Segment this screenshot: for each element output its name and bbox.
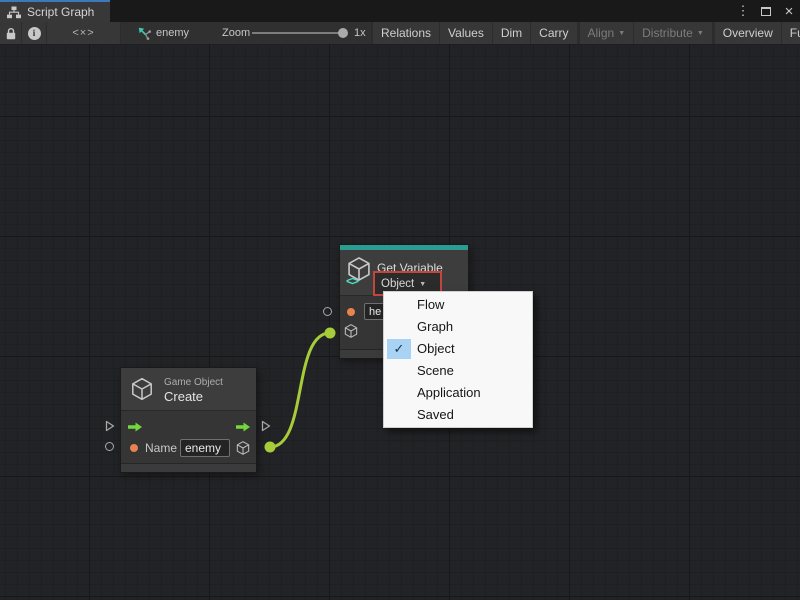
tab-script-graph[interactable]: Script Graph	[0, 0, 110, 22]
chevron-down-icon: ▼	[618, 29, 625, 37]
tab-bar: Script Graph ⋮ ×	[0, 0, 800, 22]
window-controls: ⋮ ×	[736, 0, 796, 22]
lock-button[interactable]	[0, 22, 21, 44]
graph-toolbar: i <×> enemy Zoom 1x	[0, 22, 800, 44]
inspect-button[interactable]: i	[22, 22, 46, 44]
graph-name: enemy	[156, 27, 189, 39]
node-game-object-create[interactable]: Game Object Create Name	[121, 368, 256, 472]
value-port-name[interactable]	[130, 444, 138, 452]
value-input-port[interactable]	[323, 307, 332, 316]
breadcrumb[interactable]: enemy	[121, 26, 189, 40]
close-icon[interactable]: ×	[782, 2, 796, 20]
zoom-value: 1x	[354, 27, 366, 39]
value-input-port[interactable]	[105, 442, 114, 451]
menu-item-scene[interactable]: Scene	[384, 360, 532, 382]
values-button[interactable]: Values	[440, 22, 492, 44]
zoom-label: Zoom	[222, 27, 250, 39]
overview-button[interactable]: Overview	[715, 22, 781, 44]
flow-input-port[interactable]	[105, 420, 115, 432]
tab-title: Script Graph	[27, 5, 94, 19]
node-header: Game Object Create	[121, 368, 256, 410]
check-icon: ✓	[387, 339, 411, 359]
carry-button[interactable]: Carry	[531, 22, 576, 44]
window-menu-icon[interactable]: ⋮	[736, 2, 750, 20]
chevron-down-icon: ▼	[419, 280, 426, 288]
menu-item-object[interactable]: ✓ Object	[384, 338, 532, 360]
value-port-variable-name[interactable]	[347, 308, 355, 316]
zoom-slider-track[interactable]	[252, 32, 347, 34]
align-button[interactable]: Align ▼	[580, 22, 634, 44]
graph-hierarchy-icon	[7, 6, 21, 19]
node-body: Name	[121, 410, 256, 463]
flow-arrow-out-icon	[235, 422, 251, 432]
node-title: Create	[164, 389, 203, 404]
menu-item-saved[interactable]: Saved	[384, 404, 532, 426]
graph-icon	[137, 26, 151, 40]
flow-arrow-in-icon	[127, 422, 143, 432]
name-field-label: Name	[145, 441, 177, 455]
dim-button[interactable]: Dim	[493, 22, 530, 44]
maximize-icon[interactable]	[759, 2, 773, 20]
relations-button[interactable]: Relations	[373, 22, 439, 44]
menu-item-flow[interactable]: Flow	[384, 294, 532, 316]
cube-icon	[129, 376, 155, 402]
code-preview-button[interactable]: <×>	[47, 22, 120, 44]
code-brackets-icon: <>	[346, 274, 358, 288]
flow-output-port[interactable]	[261, 420, 271, 432]
toolbar-buttons: Relations Values Dim Carry Align ▼ Distr…	[372, 22, 800, 44]
menu-item-graph[interactable]: Graph	[384, 316, 532, 338]
node-category: Game Object	[164, 377, 223, 388]
chevron-down-icon: ▼	[697, 29, 704, 37]
cube-port-icon	[343, 323, 359, 339]
scope-value: Object	[381, 278, 414, 290]
node-footer	[121, 463, 256, 472]
distribute-button[interactable]: Distribute ▼	[634, 22, 712, 44]
zoom-slider-handle[interactable]	[338, 28, 348, 38]
breadcrumb-strip: enemy Zoom 1x	[121, 22, 371, 44]
code-icon: <×>	[72, 27, 94, 39]
menu-item-application[interactable]: Application	[384, 382, 532, 404]
name-input[interactable]	[180, 439, 230, 457]
cube-port-icon	[235, 440, 251, 456]
script-graph-window: Script Graph ⋮ × i <×>	[0, 0, 800, 600]
info-icon: i	[28, 27, 41, 40]
full-screen-button[interactable]: Full Screen	[782, 22, 800, 44]
scope-context-menu: Flow Graph ✓ Object Scene Application Sa…	[383, 291, 533, 428]
lock-icon	[5, 27, 17, 40]
